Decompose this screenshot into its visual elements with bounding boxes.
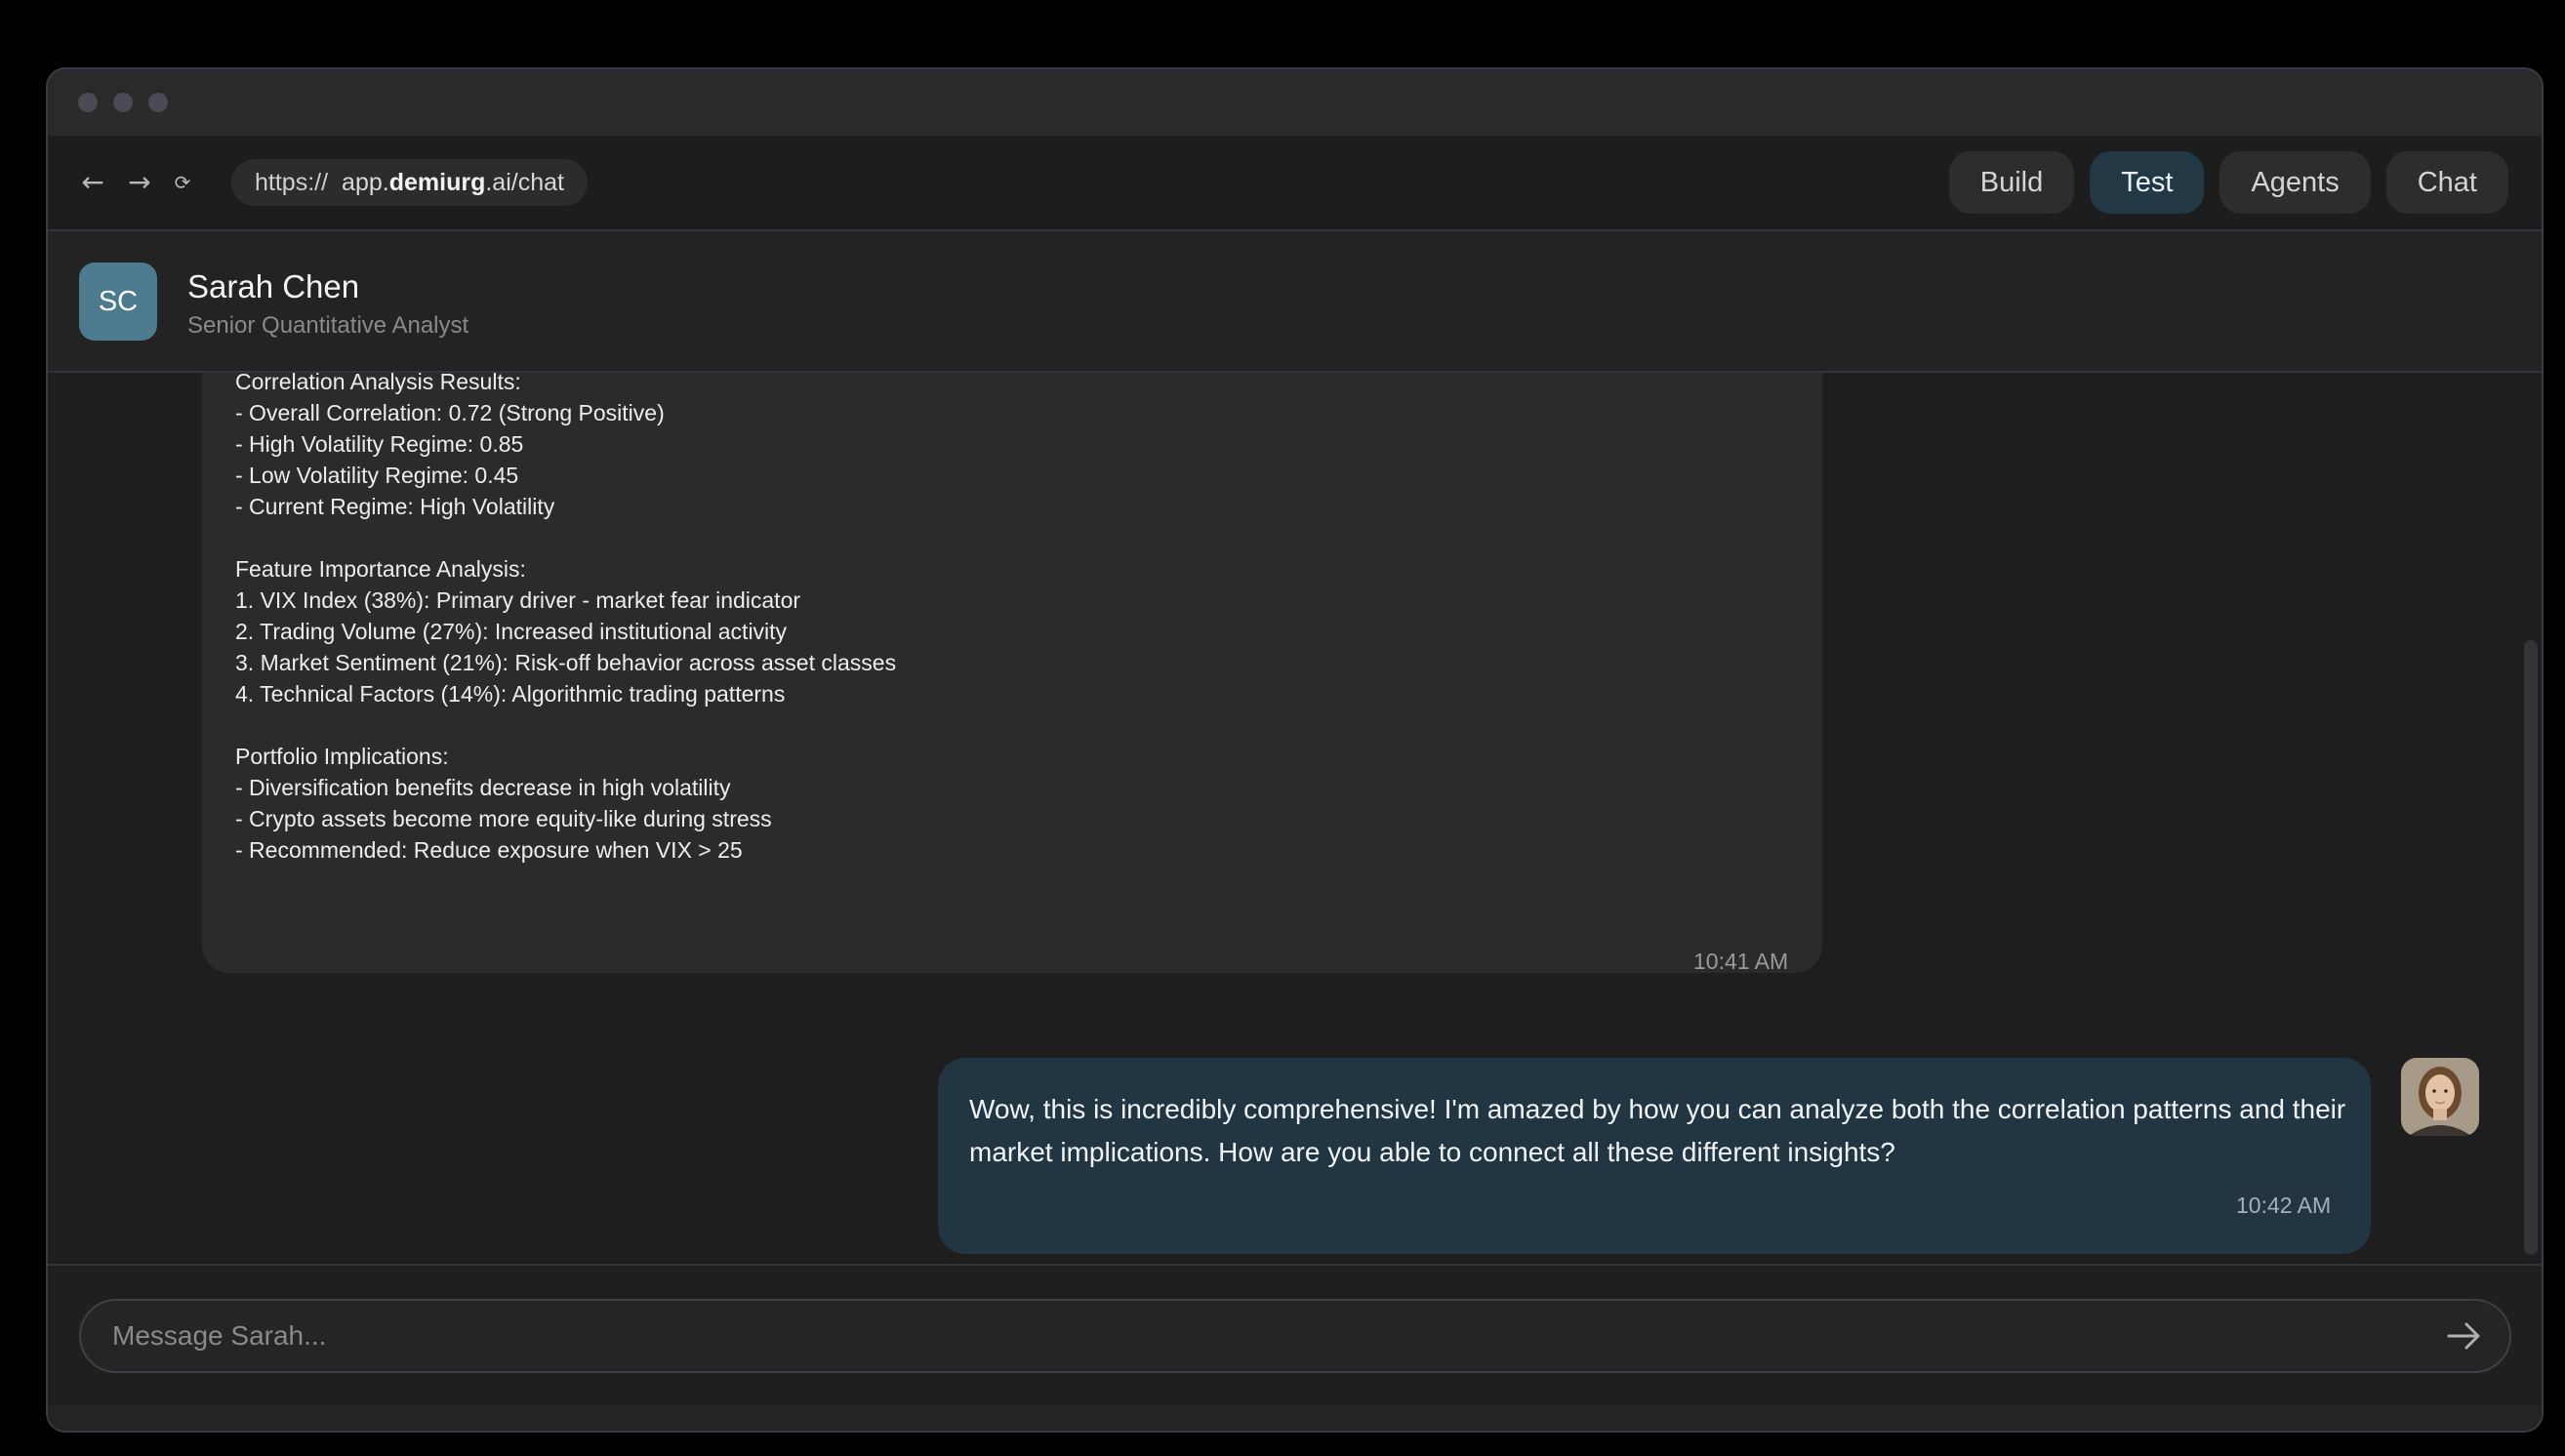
close-window-dot[interactable] (78, 93, 98, 112)
chat-scrollbar[interactable] (2524, 640, 2538, 1255)
agent-message-line: - High Volatility Regime: 0.85 (235, 431, 524, 457)
user-avatar (2401, 1058, 2479, 1136)
agent-message-line (235, 522, 896, 553)
contact-role: Senior Quantitative Analyst (187, 312, 469, 339)
agent-message-line: - Overall Correlation: 0.72 (Strong Posi… (235, 400, 665, 425)
tab-chat[interactable]: Chat (2385, 151, 2508, 214)
contact-name: Sarah Chen (187, 268, 360, 304)
browser-window: ← → ⟳ https:// app.demiurg.ai/chat Build … (46, 67, 2544, 1433)
agent-message-time: 10:41 AM (1693, 949, 1789, 974)
url-path: .ai/chat (485, 169, 564, 196)
tab-build[interactable]: Build (1948, 151, 2075, 214)
url-protocol: https:// (255, 169, 329, 196)
agent-message-line: - Low Volatility Regime: 0.45 (235, 463, 519, 488)
browser-toolbar: ← → ⟳ https:// app.demiurg.ai/chat Build … (48, 136, 2542, 231)
agent-message-line: 2. Trading Volume (27%): Increased insti… (235, 619, 788, 644)
agent-message-line: - Recommended: Reduce exposure when VIX … (235, 837, 743, 863)
agent-message-line: - Current Regime: High Volatility (235, 494, 555, 519)
tab-test[interactable]: Test (2090, 151, 2205, 214)
agent-message-line: Portfolio Implications: (235, 744, 449, 769)
minimize-window-dot[interactable] (113, 93, 133, 112)
agent-message-line: - Crypto assets become more equity-like … (235, 806, 772, 831)
agent-message-text: Correlation Analysis Results: - Overall C… (235, 373, 896, 866)
agent-message-line: 3. Market Sentiment (21%): Risk-off beha… (235, 650, 897, 675)
mode-tabs: Build Test Agents Chat (1948, 151, 2508, 214)
send-arrow-icon[interactable] (2445, 1318, 2484, 1354)
url-host-prefix: app. (342, 169, 389, 196)
agent-message-line: Feature Importance Analysis: (235, 556, 526, 582)
composer-footer (48, 1405, 2542, 1431)
agent-message-line: 1. VIX Index (38%): Primary driver - mar… (235, 587, 801, 613)
reload-icon[interactable]: ⟳ (165, 165, 200, 200)
agent-message-line (235, 709, 896, 741)
contact-avatar: SC (79, 263, 157, 341)
maximize-window-dot[interactable] (148, 93, 168, 112)
message-input[interactable] (112, 1301, 2406, 1371)
agent-message-line: 4. Technical Factors (14%): Algorithmic … (235, 681, 786, 707)
user-message-text: Wow, this is incredibly comprehensive! I… (969, 1094, 2346, 1167)
url-host-bold: demiurg (388, 169, 486, 196)
composer-area (48, 1264, 2542, 1431)
forward-arrow-icon[interactable]: → (122, 165, 157, 200)
message-input-box[interactable] (79, 1299, 2511, 1373)
user-message-time: 10:42 AM (2236, 1193, 2332, 1218)
chat-header: SC Sarah Chen Senior Quantitative Analys… (48, 231, 2542, 373)
agent-message-line: Correlation Analysis Results: (235, 373, 521, 394)
address-bar[interactable]: https:// app.demiurg.ai/chat (231, 159, 588, 206)
agent-message-line: - Diversification benefits decrease in h… (235, 775, 731, 800)
message-list[interactable]: Correlation Analysis Results: - Overall C… (48, 373, 2542, 1264)
tab-agents[interactable]: Agents (2219, 151, 2371, 214)
title-bar (48, 69, 2542, 136)
back-arrow-icon[interactable]: ← (75, 165, 110, 200)
